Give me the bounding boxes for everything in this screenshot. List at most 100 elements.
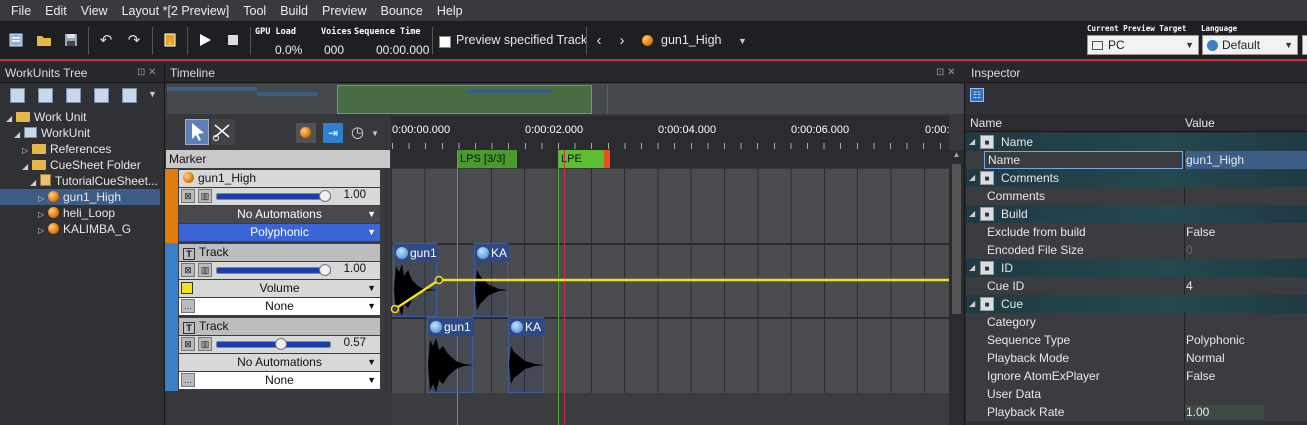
expand-icon[interactable]: ⊠ [181,263,195,277]
inspector-group[interactable]: ◢ ■ Comments [966,169,1307,187]
property-value[interactable]: gun1_High [1186,151,1244,169]
track1-param-select[interactable]: Volume ▼ [179,280,380,297]
menu-edit[interactable]: Edit [38,4,74,18]
waveform-clip[interactable]: gun1 [427,317,474,393]
property-value[interactable]: 4 [1186,277,1193,295]
track2-automation-select[interactable]: No Automations ▼ [179,354,380,371]
property-value[interactable]: 1.00 [1186,403,1209,421]
inspector-row[interactable]: Ignore AtomExPlayer False [966,367,1307,385]
menu-preview[interactable]: Preview [315,4,373,18]
expand-icon[interactable]: ⊠ [181,337,195,351]
tree-item-heli-loop[interactable]: ▷ heli_Loop [0,205,160,221]
collapse-chevron-icon[interactable]: ◢ [969,133,975,151]
inspector-row[interactable]: Playback Mode Normal [966,349,1307,367]
property-value[interactable]: False [1186,367,1215,385]
col-value-header[interactable]: Value [1185,116,1215,130]
inspector-row[interactable]: User Data [966,385,1307,403]
timeline-overview[interactable] [167,84,964,114]
add-track-icon[interactable] [122,88,137,103]
cue-snap-icon[interactable] [296,123,316,143]
cue-volume-slider[interactable] [216,190,331,202]
preview-track-checkbox[interactable] [439,34,451,48]
meter-icon[interactable]: ▥ [198,189,212,203]
cue-automation-select[interactable]: No Automations ▼ [179,206,380,223]
menu-tool[interactable]: Tool [236,4,273,18]
inspector-row[interactable]: Playback Rate 1.00 [966,403,1307,421]
inspector-row[interactable]: Cue ID 4 [966,277,1307,295]
build-icon[interactable]: ↓ [160,30,180,50]
volume-automation-curve[interactable] [391,273,949,313]
redo-icon[interactable]: ↷ [124,30,144,50]
inspector-row[interactable]: Sequence Type Polyphonic [966,331,1307,349]
overview-view-range[interactable] [337,85,592,114]
track1-aux-select[interactable]: … None ▼ [179,298,380,315]
slider-knob[interactable] [319,190,331,202]
inspector-row[interactable]: Exclude from build False [966,223,1307,241]
play-icon[interactable] [195,30,215,50]
property-value[interactable]: Normal [1186,349,1225,367]
meter-icon[interactable]: ▥ [198,263,212,277]
save-icon[interactable] [61,30,81,50]
prev-cue-icon[interactable]: ‹ [589,30,609,50]
slider-knob[interactable] [275,338,287,350]
slider-knob[interactable] [319,264,331,276]
property-value[interactable]: False [1186,223,1215,241]
inspector-group[interactable]: ◢ ■ Build [966,205,1307,223]
menu-file[interactable]: File [4,4,38,18]
inspector-row[interactable]: Category [966,313,1307,331]
cue-mode-select[interactable]: Polyphonic ▼ [179,224,380,241]
preview-target-select[interactable]: PC ▼ [1087,35,1199,55]
collapse-chevron-icon[interactable]: ◢ [969,259,975,277]
tree-item-workunit[interactable]: ◢ WorkUnit [0,125,160,141]
list-view-icon[interactable]: ☷ [970,88,984,102]
next-cue-icon[interactable]: › [612,30,632,50]
dock-icon[interactable]: ⊡ ✕ [936,67,956,78]
current-cue-dropdown-icon[interactable]: ▼ [738,36,747,46]
track2-aux-select[interactable]: … None ▼ [179,372,380,389]
undo-icon[interactable]: ↶ [96,30,116,50]
menu-build[interactable]: Build [273,4,315,18]
collapse-chevron-icon[interactable]: ◢ [969,169,975,187]
select-tool-icon[interactable] [185,119,209,145]
stop-icon[interactable] [223,30,243,50]
menu-layout[interactable]: Layout *[2 Preview] [115,4,237,18]
language-select[interactable]: Default ▼ [1202,35,1298,55]
inspector-group[interactable]: ◢ ■ Name [966,133,1307,151]
dock-icon[interactable]: ⊡ ✕ [137,67,157,78]
track2-volume-slider[interactable] [216,338,331,350]
toolbar-menu-chevron-icon[interactable]: ▼ [148,89,157,99]
property-value[interactable]: 0 [1186,241,1193,259]
extra-select[interactable] [1302,35,1307,55]
inspector-row[interactable]: Name gun1_High [966,151,1307,169]
loop-start-marker[interactable]: LPS [3/3] [457,150,517,168]
vertical-scrollbar[interactable]: ▲ [949,150,964,425]
open-folder-icon[interactable] [34,30,54,50]
inspector-group[interactable]: ◢ ■ Cue [966,295,1307,313]
collapse-chevron-icon[interactable]: ◢ [969,295,975,313]
clock-icon[interactable]: ◷ [351,123,364,141]
scrollbar-thumb[interactable] [952,164,961,314]
playhead-handle[interactable] [604,150,610,168]
new-project-icon[interactable] [6,30,26,50]
follow-playhead-icon[interactable]: ⇥ [323,123,343,143]
tree-item-kalimba-g[interactable]: ▷ KALIMBA_G [0,221,160,237]
add-workunit-icon[interactable] [10,88,25,103]
add-cuesheet-icon[interactable] [66,88,81,103]
more-icon[interactable]: … [181,299,195,313]
menu-view[interactable]: View [74,4,115,18]
menu-bounce[interactable]: Bounce [373,4,429,18]
tree-item-references[interactable]: ▷ References [0,141,160,157]
property-value[interactable]: Polyphonic [1186,331,1245,349]
tree-item-tutorial-cuesheet[interactable]: ◢ TutorialCueSheet... [0,173,160,189]
add-folder-icon[interactable] [38,88,53,103]
cut-tool-icon[interactable] [211,119,235,145]
menu-help[interactable]: Help [430,4,470,18]
tree-item-cuesheet-folder[interactable]: ◢ CueSheet Folder [0,157,160,173]
inspector-row[interactable]: Encoded File Size 0 [966,241,1307,259]
tree-item-gun1-high[interactable]: ▷ gun1_High [0,189,160,205]
inspector-row[interactable]: Comments [966,187,1307,205]
meter-icon[interactable]: ▥ [198,337,212,351]
add-cue-icon[interactable] [94,88,109,103]
track1-volume-slider[interactable] [216,264,331,276]
expand-icon[interactable]: ⊠ [181,189,195,203]
